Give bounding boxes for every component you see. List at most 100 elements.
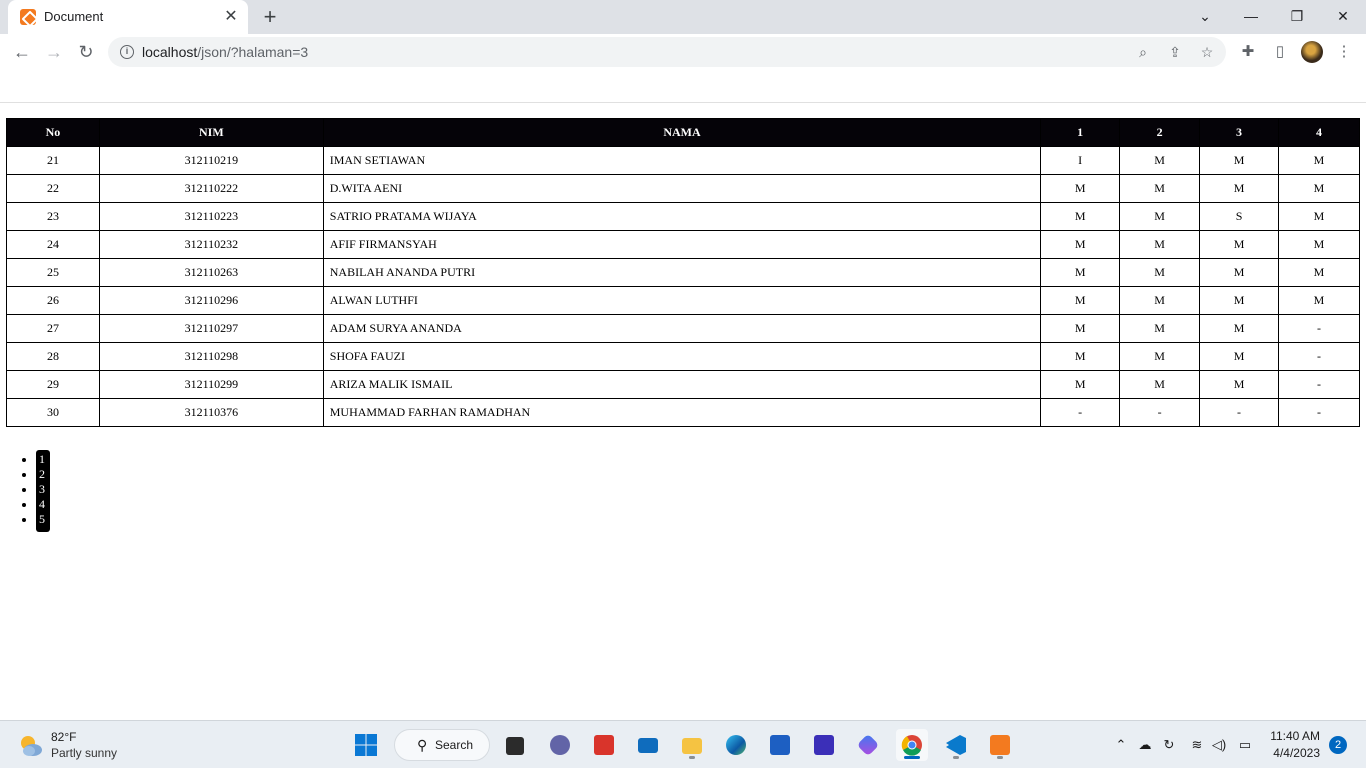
url-text[interactable]: localhost/json/?halaman=3 [142,44,308,60]
cell-no: 26 [6,286,100,315]
table-header-row: No NIM NAMA 1 2 3 4 [6,118,1360,147]
cell-3: M [1199,146,1280,175]
cell-2: M [1119,342,1201,371]
chrome-icon[interactable] [896,729,928,761]
battery-icon[interactable]: ▭ [1236,736,1254,754]
close-tab-icon[interactable]: ✕ [222,8,240,26]
url-host: localhost [142,44,198,60]
header-4: 4 [1278,118,1360,147]
cell-4: M [1278,286,1360,315]
back-arrow-icon[interactable]: ← [8,38,36,66]
clock-date[interactable]: 4/4/2023 [1262,746,1320,760]
page-top-divider [0,102,1366,103]
weather-description[interactable]: Partly sunny [51,746,117,760]
cell-nama: SATRIO PRATAMA WIJAYA [322,202,1042,231]
cell-1: M [1040,230,1121,259]
cell-nim: 312110222 [98,174,324,203]
table-row: 21 312110219 IMAN SETIAWAN I M M M [6,146,1360,175]
cell-3: M [1199,258,1280,287]
extensions-puzzle-icon[interactable]: ✚ [1238,42,1258,62]
cell-nim: 312110296 [98,286,324,315]
weather-temperature[interactable]: 82°F [51,730,76,744]
forward-arrow-icon[interactable]: → [40,38,68,66]
cell-4: M [1278,202,1360,231]
table-row: 30 312110376 MUHAMMAD FARHAN RAMADHAN - - - - [6,398,1360,427]
pagination-link-2[interactable]: 2 [36,467,50,482]
cell-4: M [1278,230,1360,259]
cell-nama: ADAM SURYA ANANDA [322,314,1042,343]
header-1: 1 [1040,118,1121,147]
wifi-icon[interactable]: ≋ [1188,736,1206,754]
pagination-link-5[interactable]: 5 [36,512,50,527]
new-tab-button[interactable]: + [258,5,282,29]
xampp-icon[interactable] [984,729,1016,761]
cell-4: - [1278,342,1360,371]
table-row: 22 312110222 D.WITA AENI M M M M [6,174,1360,203]
cell-no: 30 [6,398,100,427]
cell-3: M [1199,370,1280,399]
profile-avatar[interactable] [1301,41,1323,63]
table-body: 21 312110219 IMAN SETIAWAN I M M M 22 312110222 D… [6,146,1360,427]
mail-icon[interactable] [632,729,664,761]
cell-1: I [1040,146,1121,175]
minimize-button[interactable]: — [1228,2,1274,30]
header-nama: NAMA [322,118,1042,147]
pagination-link-4[interactable]: 4 [36,497,50,512]
cell-nim: 312110232 [98,230,324,259]
copilot-icon[interactable] [852,729,884,761]
taskbar: 82°F Partly sunny ⚲ Search ⌃ ☁ ↻ ≋ ◁) ▭ … [0,720,1366,768]
clock-time[interactable]: 11:40 AM [1270,729,1320,743]
site-info-icon[interactable]: i [120,45,134,59]
cell-nama: ALWAN LUTHFI [322,286,1042,315]
pagination-link-3[interactable]: 3 [36,482,50,497]
pagination-item: 4 [36,497,50,512]
cell-1: M [1040,202,1121,231]
cell-no: 24 [6,230,100,259]
windows-start-icon[interactable] [350,729,382,761]
edge-icon[interactable] [720,729,752,761]
volume-icon[interactable]: ◁) [1210,736,1228,754]
vscode-icon[interactable] [940,729,972,761]
bookmark-star-icon[interactable]: ☆ [1198,43,1216,61]
pagination-link-1[interactable]: 1 [36,452,50,467]
cell-nama: IMAN SETIAWAN [322,146,1042,175]
tab-title: Document [44,9,104,24]
cell-nama: AFIF FIRMANSYAH [322,230,1042,259]
chrome-menu-icon[interactable]: ⋮ [1334,42,1354,62]
show-hidden-icons-chevron-icon[interactable]: ⌃ [1112,736,1130,754]
onedrive-cloud-icon[interactable]: ☁ [1136,736,1154,754]
cell-2: M [1119,258,1201,287]
cell-1: M [1040,342,1121,371]
cell-3: M [1199,286,1280,315]
tab-strip: Document ✕ + ⌄ — ❐ ✕ [0,0,1366,34]
table-row: 23 312110223 SATRIO PRATAMA WIJAYA M M S M [6,202,1360,231]
cell-nama: SHOFA FAUZI [322,342,1042,371]
url-path: /json/?halaman=3 [197,44,309,60]
task-view-icon[interactable] [498,729,530,761]
store-icon[interactable] [764,729,796,761]
share-icon[interactable]: ⇪ [1166,43,1184,61]
cell-no: 25 [6,258,100,287]
reload-icon[interactable]: ↻ [72,38,100,66]
tab-document[interactable]: Document ✕ [8,0,248,34]
pagination: 12345 [20,452,50,527]
teams-chat-icon[interactable] [544,729,576,761]
cell-2: - [1119,398,1201,427]
side-panel-icon[interactable]: ▯ [1270,42,1290,62]
zoom-icon[interactable]: ⌕ [1134,43,1152,61]
purple-app-icon[interactable] [808,729,840,761]
restore-button[interactable]: ❐ [1274,2,1320,30]
address-bar[interactable]: i localhost/json/?halaman=3 ⌕ ⇪ ☆ [108,37,1226,67]
tab-search-chevron-icon[interactable]: ⌄ [1182,2,1228,30]
sync-icon[interactable]: ↻ [1160,736,1178,754]
taskbar-search[interactable]: ⚲ Search [394,729,490,761]
red-app-icon[interactable] [588,729,620,761]
close-window-button[interactable]: ✕ [1320,2,1366,30]
notification-badge[interactable]: 2 [1329,736,1347,754]
cell-3: M [1199,174,1280,203]
cell-1: M [1040,286,1121,315]
file-explorer-icon[interactable] [676,729,708,761]
partly-sunny-icon[interactable] [18,733,44,759]
cell-no: 22 [6,174,100,203]
cell-no: 29 [6,370,100,399]
